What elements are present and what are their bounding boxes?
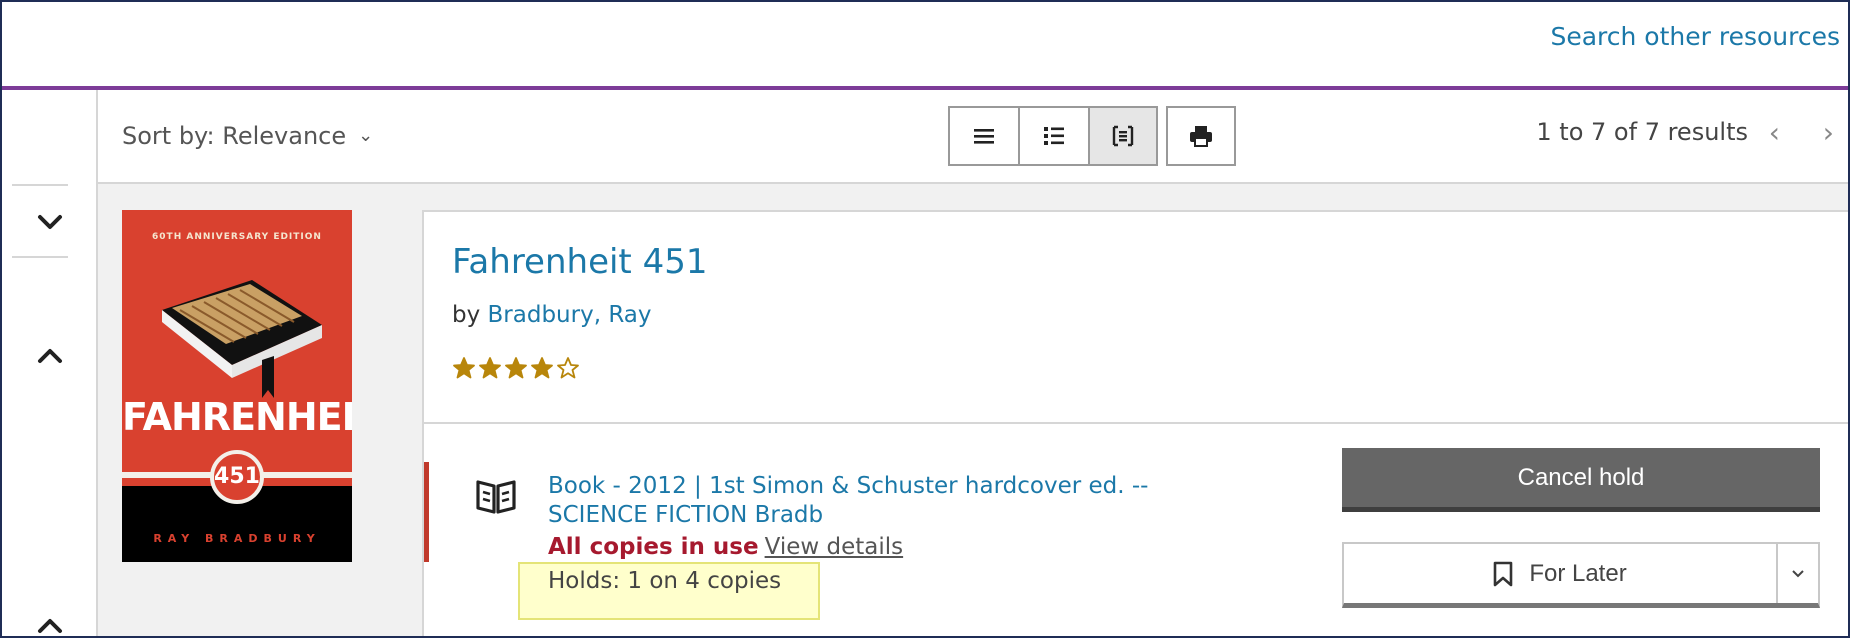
availability-status: All copies in use — [548, 534, 759, 560]
cover-author-text: RAY BRADBURY — [153, 532, 321, 545]
star-filled-icon — [453, 357, 475, 379]
rail-divider — [12, 256, 68, 258]
view-mode-group — [948, 106, 1158, 166]
summary-view-button[interactable] — [1018, 106, 1088, 166]
list-view-button[interactable] — [948, 106, 1018, 166]
call-number: SCIENCE FICTION Bradb — [548, 502, 824, 528]
chevron-up-icon[interactable] — [30, 336, 70, 376]
results-toolbar: Sort by: Relevance ⌄ 1 to 7 of 7 results… — [98, 90, 1848, 184]
next-page-button[interactable]: › — [1823, 116, 1834, 149]
for-later-label: For Later — [1529, 559, 1627, 587]
availability-line: All copies in use View details — [548, 534, 903, 560]
previous-page-button[interactable]: ‹ — [1769, 116, 1780, 149]
list-view-icon — [974, 129, 994, 144]
for-later-button[interactable]: For Later — [1344, 544, 1776, 603]
book-cover-image[interactable]: 60TH ANNIVERSARY EDITION FAHRENHEIT 451 … — [122, 210, 352, 562]
top-header: Search other resources — [2, 2, 1848, 90]
format-line: Book - 2012 | 1st Simon & Schuster hardc… — [548, 473, 1149, 499]
cover-title-text: FAHRENHEIT — [122, 395, 352, 439]
chevron-down-icon — [1792, 569, 1804, 577]
star-empty-icon — [557, 357, 579, 379]
for-later-dropdown-toggle[interactable] — [1776, 544, 1818, 603]
card-divider — [424, 422, 1848, 424]
byline: by Bradbury, Ray — [452, 302, 652, 328]
sort-label: Sort by: Relevance — [122, 122, 347, 150]
result-card: Fahrenheit 451 by Bradbury, Ray Book - 2… — [422, 210, 1848, 636]
grid-detail-view-icon — [1112, 125, 1134, 147]
book-icon — [476, 480, 516, 514]
star-filled-icon — [505, 357, 527, 379]
format-edition-link[interactable]: Book - 2012 | 1st Simon & Schuster hardc… — [548, 472, 1208, 530]
sort-dropdown[interactable]: Sort by: Relevance ⌄ — [122, 122, 373, 150]
rail-divider — [12, 184, 68, 186]
result-title-link[interactable]: Fahrenheit 451 — [452, 242, 707, 282]
chevron-up-icon[interactable] — [30, 606, 70, 636]
summary-view-icon — [1044, 127, 1064, 145]
detail-view-button[interactable] — [1088, 106, 1158, 166]
by-label: by — [452, 302, 481, 328]
view-details-link[interactable]: View details — [765, 534, 904, 560]
for-later-split-button: For Later — [1342, 542, 1820, 608]
search-other-resources-link[interactable]: Search other resources — [1550, 22, 1840, 51]
cover-number-badge: 451 — [210, 450, 264, 504]
availability-status-bar — [424, 462, 429, 562]
matchbook-illustration — [162, 280, 322, 398]
chevron-down-icon[interactable] — [30, 202, 70, 242]
cancel-hold-button[interactable]: Cancel hold — [1342, 448, 1820, 512]
star-filled-icon — [479, 357, 501, 379]
app-frame: Search other resources Sort by: Relevanc… — [0, 0, 1850, 638]
bookmark-icon — [1494, 561, 1513, 586]
results-count: 1 to 7 of 7 results — [1536, 118, 1748, 146]
print-icon — [1190, 126, 1212, 147]
author-link[interactable]: Bradbury, Ray — [488, 302, 652, 328]
cover-edition-text: 60TH ANNIVERSARY EDITION — [152, 232, 322, 242]
left-facet-rail — [2, 90, 98, 636]
star-filled-icon — [531, 357, 553, 379]
holds-count: Holds: 1 on 4 copies — [548, 568, 782, 594]
print-button[interactable] — [1166, 106, 1236, 166]
chevron-down-icon: ⌄ — [358, 125, 374, 146]
star-rating — [452, 356, 580, 380]
